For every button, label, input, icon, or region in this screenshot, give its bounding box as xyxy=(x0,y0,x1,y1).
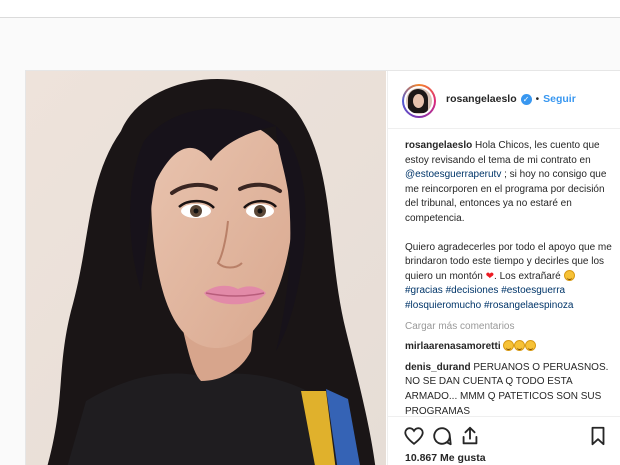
caption: rosangelaeslo Hola Chicos, les cuento qu… xyxy=(405,140,607,224)
comment-author-link[interactable]: mirlaarenasamoretti xyxy=(405,341,501,352)
heart-outline-icon[interactable] xyxy=(403,425,425,447)
comment-item: denis_durand PERUANOS O PERUASNOS. NO SE… xyxy=(405,361,615,415)
hashtag-link[interactable]: #estoesguerra xyxy=(501,285,565,296)
post-card: rosangelaeslo ✓ • Seguir rosangelaeslo H… xyxy=(25,70,620,465)
hashtag-link[interactable]: #rosangelaespinoza xyxy=(484,300,574,311)
grinning-emoji-icon xyxy=(525,340,537,352)
hashtag-link[interactable]: #gracias xyxy=(405,285,443,296)
verified-badge-icon: ✓ xyxy=(520,93,532,105)
caption-paragraph-2: Quiero agradecerles por todo el apoyo qu… xyxy=(405,241,612,311)
sad-face-emoji-icon xyxy=(563,269,575,281)
hashtag-link[interactable]: #decisiones xyxy=(446,285,499,296)
likes-count[interactable]: 10.867 Me gusta xyxy=(405,452,486,464)
comment-author-link[interactable]: denis_durand xyxy=(405,362,471,373)
comments-section[interactable]: rosangelaeslo Hola Chicos, les cuento qu… xyxy=(388,129,620,415)
avatar-image xyxy=(406,88,432,114)
post-details-panel: rosangelaeslo ✓ • Seguir rosangelaeslo H… xyxy=(387,71,620,465)
follow-button[interactable]: Seguir xyxy=(543,93,576,105)
avatar[interactable] xyxy=(402,84,436,118)
bookmark-icon[interactable] xyxy=(587,425,609,447)
post-photo[interactable] xyxy=(26,71,386,465)
portrait-illustration xyxy=(26,71,386,465)
username-link[interactable]: rosangelaeslo xyxy=(446,93,517,105)
hashtag-link[interactable]: #losquieromucho xyxy=(405,300,481,311)
heart-emoji-icon: ❤ xyxy=(485,270,495,282)
post-actions-bar: 10.867 Me gusta xyxy=(388,416,620,465)
grinning-emoji-icon xyxy=(503,340,515,352)
comment-bubble-icon[interactable] xyxy=(431,425,453,447)
share-icon[interactable] xyxy=(459,425,481,447)
header-row: rosangelaeslo ✓ • Seguir xyxy=(446,93,576,105)
caption-author-link[interactable]: rosangelaeslo xyxy=(405,140,472,151)
load-more-comments-button[interactable]: Cargar más comentarios xyxy=(405,320,615,335)
grinning-emoji-icon xyxy=(514,340,526,352)
mention-link[interactable]: @estoesguerraperutv xyxy=(405,169,501,180)
comment-item: mirlaarenasamoretti xyxy=(405,340,615,355)
top-navigation-bar xyxy=(0,0,620,18)
separator-dot: • xyxy=(535,93,540,105)
post-header: rosangelaeslo ✓ • Seguir xyxy=(388,71,620,129)
